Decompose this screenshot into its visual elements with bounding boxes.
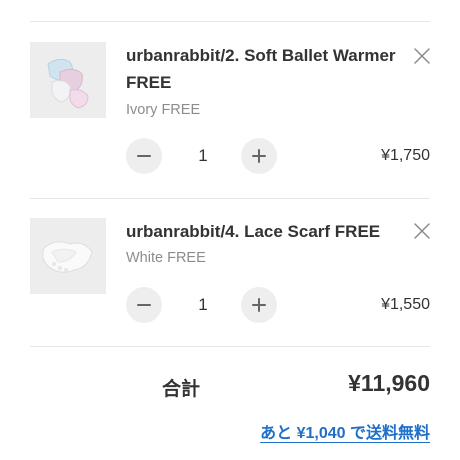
product-variant: White FREE (126, 250, 206, 266)
close-icon (414, 48, 430, 64)
quantity-value: 1 (198, 146, 208, 165)
remove-item-button[interactable] (412, 221, 432, 241)
close-icon (414, 223, 430, 239)
remove-item-button[interactable] (412, 46, 432, 66)
increase-quantity-button[interactable] (241, 138, 277, 174)
increase-quantity-button[interactable] (241, 287, 277, 323)
plus-icon (252, 298, 266, 312)
product-title[interactable]: urbanrabbit/4. Lace Scarf FREE (126, 218, 396, 245)
product-image-ballet-warmer (30, 42, 106, 118)
decrease-quantity-button[interactable] (126, 287, 162, 323)
minus-icon (137, 304, 151, 306)
total-value: ¥11,960 (348, 370, 430, 396)
product-thumbnail[interactable] (30, 218, 106, 294)
minus-icon (137, 155, 151, 157)
product-thumbnail[interactable] (30, 42, 106, 118)
item-price: ¥1,750 (381, 147, 430, 164)
plus-icon (252, 149, 266, 163)
divider-item (30, 198, 430, 199)
free-shipping-link[interactable]: あと ¥1,040 で送料無料 (260, 419, 430, 443)
decrease-quantity-button[interactable] (126, 138, 162, 174)
product-image-lace-scarf (30, 218, 106, 294)
product-variant: Ivory FREE (126, 102, 201, 118)
item-price: ¥1,550 (381, 296, 430, 313)
product-title[interactable]: urbanrabbit/2. Soft Ballet Warmer FREE (126, 42, 396, 96)
total-label: 合計 (162, 379, 201, 400)
quantity-value: 1 (198, 295, 208, 314)
divider-top (30, 21, 430, 22)
divider-summary (30, 346, 430, 347)
